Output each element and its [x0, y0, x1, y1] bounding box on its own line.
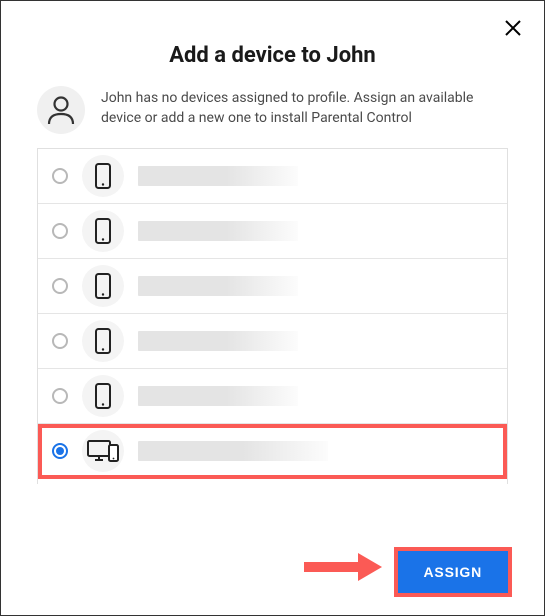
device-row[interactable] — [38, 314, 507, 369]
device-radio[interactable] — [52, 388, 68, 404]
device-label — [138, 221, 298, 241]
dialog-footer: ASSIGN — [398, 551, 508, 593]
device-list[interactable] — [37, 148, 508, 484]
add-device-dialog: Add a device to John John has no devices… — [0, 0, 545, 616]
phone-icon — [95, 218, 111, 244]
assign-button-highlight: ASSIGN — [398, 551, 508, 593]
phone-icon — [95, 383, 111, 409]
device-row[interactable] — [38, 424, 507, 479]
device-label — [138, 166, 298, 186]
phone-icon — [95, 273, 111, 299]
device-label — [138, 276, 298, 296]
device-row[interactable] — [38, 149, 507, 204]
device-label — [138, 331, 298, 351]
person-icon — [47, 95, 75, 125]
device-label — [138, 386, 298, 406]
device-icon-wrap — [82, 265, 124, 307]
device-icon-wrap — [82, 155, 124, 197]
close-icon — [504, 19, 522, 37]
phone-icon — [95, 328, 111, 354]
dialog-title: Add a device to John — [37, 43, 508, 68]
device-radio[interactable] — [52, 443, 68, 459]
device-radio[interactable] — [52, 223, 68, 239]
device-icon-wrap — [82, 375, 124, 417]
device-row[interactable] — [38, 369, 507, 424]
device-row[interactable] — [38, 204, 507, 259]
device-label — [138, 441, 328, 461]
dialog-description: John has no devices assigned to profile.… — [101, 86, 508, 129]
device-icon-wrap — [82, 430, 124, 472]
annotation-arrow — [300, 551, 384, 587]
device-icon-wrap — [82, 210, 124, 252]
close-button[interactable] — [504, 19, 522, 37]
device-row[interactable] — [38, 259, 507, 314]
device-radio[interactable] — [52, 333, 68, 349]
device-icon-wrap — [82, 320, 124, 362]
device-radio[interactable] — [52, 168, 68, 184]
desktop-phone-icon — [87, 439, 119, 463]
user-avatar — [37, 86, 85, 134]
dialog-intro: John has no devices assigned to profile.… — [37, 86, 508, 134]
assign-button[interactable]: ASSIGN — [398, 551, 508, 593]
device-radio[interactable] — [52, 278, 68, 294]
phone-icon — [95, 163, 111, 189]
